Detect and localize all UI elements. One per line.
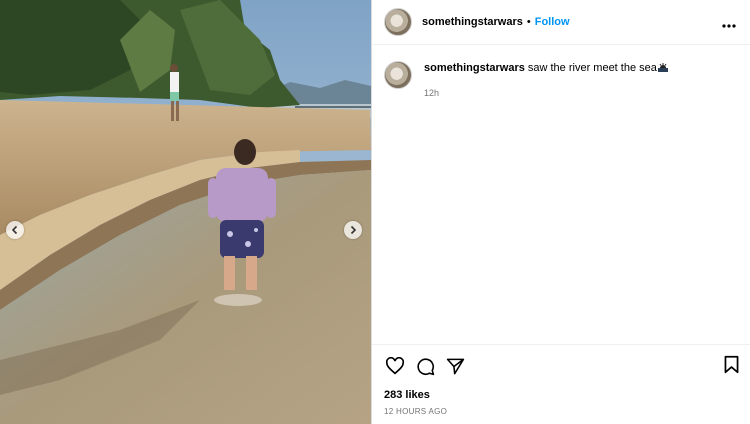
post-modal: somethingstarwars • Follow somethingstar… bbox=[0, 0, 750, 424]
post-photo bbox=[0, 0, 371, 424]
avatar[interactable] bbox=[384, 61, 412, 89]
chevron-left-icon[interactable] bbox=[6, 221, 24, 239]
post-header: somethingstarwars • Follow bbox=[372, 0, 750, 45]
heart-icon[interactable] bbox=[384, 355, 406, 377]
chevron-right-icon[interactable] bbox=[344, 221, 362, 239]
follow-button[interactable]: Follow bbox=[535, 16, 570, 28]
post-media[interactable] bbox=[0, 0, 371, 424]
caption-username-link[interactable]: somethingstarwars bbox=[424, 62, 525, 74]
username-link[interactable]: somethingstarwars bbox=[422, 16, 523, 28]
likes-count[interactable]: 283 likes bbox=[384, 389, 430, 401]
bookmark-icon[interactable] bbox=[723, 355, 740, 379]
caption-timestamp[interactable]: 12h bbox=[424, 88, 439, 98]
more-horizontal-icon[interactable] bbox=[722, 15, 736, 33]
caption-text: saw the river meet the sea bbox=[527, 62, 657, 74]
action-bar: 283 likes 12 HOURS AGO bbox=[372, 344, 750, 416]
caption: somethingstarwars saw the river meet the … bbox=[372, 45, 750, 89]
ocean-sunrise-emoji bbox=[657, 63, 668, 72]
post-age: 12 HOURS AGO bbox=[384, 407, 448, 416]
separator-dot: • bbox=[526, 16, 531, 28]
caption-text-block: somethingstarwars saw the river meet the … bbox=[424, 61, 668, 89]
paper-plane-icon[interactable] bbox=[444, 355, 466, 377]
avatar[interactable] bbox=[384, 8, 412, 36]
post-details-panel: somethingstarwars • Follow somethingstar… bbox=[371, 0, 750, 424]
comment-bubble-icon[interactable] bbox=[414, 355, 436, 377]
